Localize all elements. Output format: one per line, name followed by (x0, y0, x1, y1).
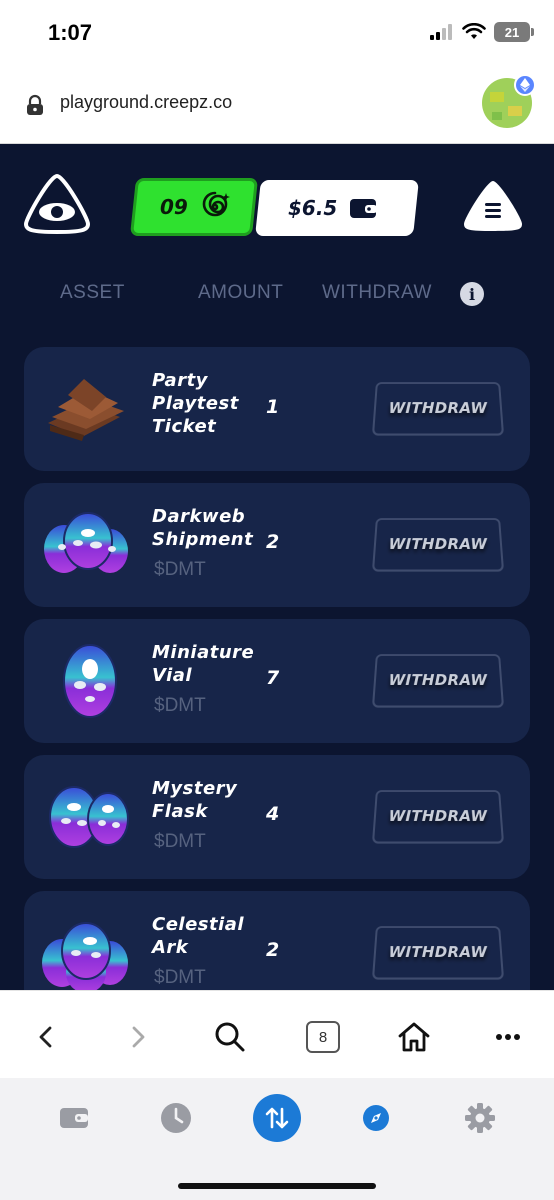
compass-icon (363, 1105, 389, 1131)
status-time: 1:07 (48, 20, 93, 45)
spiral-balance-chip[interactable]: 09 (129, 178, 259, 236)
chevron-left-icon (39, 1026, 52, 1048)
forward-button[interactable] (118, 1017, 158, 1057)
column-withdraw: WITHDRAW (322, 282, 432, 303)
lock-icon (27, 94, 43, 115)
list-item: Mystery Flask 4 $DMT WITHDRAW (24, 755, 530, 879)
wifi-icon (462, 23, 486, 39)
wallet-icon (60, 1108, 88, 1128)
wallet-icon (350, 199, 378, 218)
more-button[interactable] (488, 1017, 528, 1057)
list-item: Miniature Vial 7 $DMT WITHDRAW (24, 619, 530, 743)
ticket-stack-icon (48, 379, 124, 441)
wallet-tab[interactable] (50, 1094, 98, 1142)
item-name: Miniature Vial (152, 642, 255, 686)
dmt-coin-icon (63, 644, 117, 718)
menu-button[interactable] (462, 178, 524, 234)
back-button[interactable] (26, 1017, 66, 1057)
spiral-icon (202, 191, 230, 217)
list-item: Party Playtest Ticket 1 WITHDRAW (24, 347, 530, 471)
item-quantity: 2 (266, 531, 280, 553)
tabs-button[interactable]: 8 (303, 1017, 343, 1057)
column-headers: ASSET AMOUNT WITHDRAW i (0, 282, 554, 312)
dmt-coins-icon (42, 922, 128, 990)
battery-indicator: 21 (494, 22, 534, 42)
column-amount: AMOUNT (198, 282, 284, 303)
item-token: $DMT (154, 695, 206, 716)
status-bar: 1:07 21 (0, 0, 554, 68)
wallet-bottom-nav (0, 1078, 554, 1200)
wallet-balance-value: $6.5 (288, 196, 338, 220)
search-icon (215, 1022, 245, 1052)
browser-toolbar: 8 (0, 990, 554, 1078)
gear-icon (465, 1103, 495, 1133)
item-name: Mystery Flask (152, 778, 238, 822)
home-indicator (178, 1183, 376, 1189)
item-token: $DMT (154, 967, 206, 988)
dmt-coins-icon (49, 786, 129, 848)
withdraw-button[interactable]: WITHDRAW (371, 518, 505, 572)
item-name: Celestial Ark (152, 914, 245, 958)
activity-tab[interactable] (152, 1094, 200, 1142)
signal-icon (430, 24, 452, 40)
tabs-count: 8 (306, 1021, 340, 1053)
item-token: $DMT (154, 831, 206, 852)
withdraw-button[interactable]: WITHDRAW (371, 790, 505, 844)
item-quantity: 2 (266, 939, 280, 961)
item-quantity: 4 (266, 803, 280, 825)
eye-logo-icon[interactable] (22, 172, 92, 236)
wallet-balance-chip[interactable]: $6.5 (255, 180, 419, 236)
app-content: 09 $6.5 ASSET AMOUNT WITHDRAW i Party Pl… (0, 144, 554, 990)
clock-icon (161, 1103, 191, 1133)
chevron-right-icon (132, 1026, 145, 1048)
withdraw-button[interactable]: WITHDRAW (371, 654, 505, 708)
list-item: Darkweb Shipment 2 $DMT WITHDRAW (24, 483, 530, 607)
withdraw-button[interactable]: WITHDRAW (371, 926, 505, 980)
dmt-coins-icon (44, 512, 128, 573)
swap-icon (265, 1107, 289, 1129)
info-icon[interactable]: i (460, 282, 484, 306)
item-token: $DMT (154, 559, 206, 580)
home-icon (398, 1022, 430, 1052)
item-quantity: 1 (266, 396, 280, 418)
explore-tab[interactable] (352, 1094, 400, 1142)
url-text[interactable]: playground.creepz.co (60, 92, 232, 113)
item-name: Party Playtest Ticket (152, 370, 239, 437)
column-asset: ASSET (60, 282, 125, 303)
settings-tab[interactable] (456, 1094, 504, 1142)
home-button[interactable] (394, 1017, 434, 1057)
swap-tab[interactable] (253, 1094, 301, 1142)
search-button[interactable] (210, 1017, 250, 1057)
more-icon (496, 1034, 520, 1040)
item-quantity: 7 (266, 667, 280, 689)
status-icons: 21 (430, 22, 534, 42)
list-item: Celestial Ark 2 $DMT WITHDRAW (24, 891, 530, 990)
withdraw-button[interactable]: WITHDRAW (371, 382, 505, 436)
item-name: Darkweb Shipment (152, 506, 254, 550)
ethereum-icon (514, 74, 536, 96)
spiral-balance-value: 09 (160, 195, 188, 219)
url-bar[interactable]: playground.creepz.co (0, 68, 554, 144)
